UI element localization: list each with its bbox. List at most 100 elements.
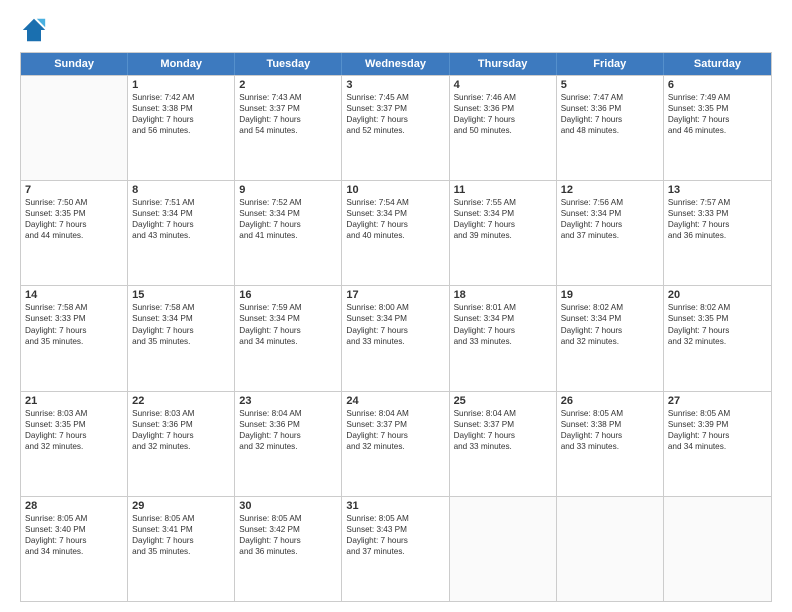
cell-line: Sunrise: 7:43 AM [239,92,337,103]
day-number: 13 [668,184,767,196]
day-number: 29 [132,500,230,512]
cell-line: and 33 minutes. [454,336,552,347]
cal-cell: 18Sunrise: 8:01 AMSunset: 3:34 PMDayligh… [450,286,557,390]
cell-line: Daylight: 7 hours [668,114,767,125]
cell-line: and 33 minutes. [454,441,552,452]
cal-cell: 15Sunrise: 7:58 AMSunset: 3:34 PMDayligh… [128,286,235,390]
cal-cell: 14Sunrise: 7:58 AMSunset: 3:33 PMDayligh… [21,286,128,390]
cell-line: Sunrise: 7:58 AM [132,302,230,313]
cell-line: and 32 minutes. [132,441,230,452]
cell-line: Daylight: 7 hours [561,219,659,230]
cell-line: Daylight: 7 hours [454,325,552,336]
cell-line: Sunset: 3:40 PM [25,524,123,535]
day-number: 4 [454,79,552,91]
cell-line: Sunset: 3:34 PM [132,313,230,324]
cell-line: Sunset: 3:38 PM [132,103,230,114]
cal-cell: 22Sunrise: 8:03 AMSunset: 3:36 PMDayligh… [128,392,235,496]
day-number: 8 [132,184,230,196]
cell-line: Sunset: 3:34 PM [561,208,659,219]
cal-row-4: 28Sunrise: 8:05 AMSunset: 3:40 PMDayligh… [21,496,771,601]
cal-cell: 21Sunrise: 8:03 AMSunset: 3:35 PMDayligh… [21,392,128,496]
cal-cell [21,76,128,180]
day-number: 9 [239,184,337,196]
cell-line: Daylight: 7 hours [132,535,230,546]
day-number: 14 [25,289,123,301]
cal-cell: 26Sunrise: 8:05 AMSunset: 3:38 PMDayligh… [557,392,664,496]
cell-line: and 32 minutes. [668,336,767,347]
day-number: 25 [454,395,552,407]
cal-cell: 1Sunrise: 7:42 AMSunset: 3:38 PMDaylight… [128,76,235,180]
cal-cell: 7Sunrise: 7:50 AMSunset: 3:35 PMDaylight… [21,181,128,285]
cell-line: Sunrise: 7:42 AM [132,92,230,103]
cell-line: Daylight: 7 hours [346,325,444,336]
cell-line: Daylight: 7 hours [25,430,123,441]
calendar-body: 1Sunrise: 7:42 AMSunset: 3:38 PMDaylight… [21,75,771,601]
cell-line: and 46 minutes. [668,125,767,136]
cell-line: and 41 minutes. [239,230,337,241]
cal-cell: 13Sunrise: 7:57 AMSunset: 3:33 PMDayligh… [664,181,771,285]
cell-line: Daylight: 7 hours [239,430,337,441]
cell-line: Sunset: 3:35 PM [668,313,767,324]
day-number: 5 [561,79,659,91]
day-number: 28 [25,500,123,512]
cell-line: Sunrise: 8:04 AM [346,408,444,419]
cell-line: Sunrise: 8:00 AM [346,302,444,313]
page: SundayMondayTuesdayWednesdayThursdayFrid… [0,0,792,612]
cell-line: Sunset: 3:35 PM [25,208,123,219]
cell-line: Sunset: 3:36 PM [454,103,552,114]
cal-cell: 5Sunrise: 7:47 AMSunset: 3:36 PMDaylight… [557,76,664,180]
cell-line: Sunset: 3:34 PM [454,313,552,324]
day-number: 6 [668,79,767,91]
cell-line: and 37 minutes. [346,546,444,557]
cell-line: Sunrise: 8:05 AM [561,408,659,419]
cell-line: Daylight: 7 hours [25,325,123,336]
cal-cell: 27Sunrise: 8:05 AMSunset: 3:39 PMDayligh… [664,392,771,496]
cell-line: and 32 minutes. [239,441,337,452]
cell-line: Sunset: 3:34 PM [346,208,444,219]
cell-line: and 34 minutes. [668,441,767,452]
cell-line: Daylight: 7 hours [132,325,230,336]
cell-line: Sunset: 3:39 PM [668,419,767,430]
cell-line: and 35 minutes. [132,336,230,347]
cell-line: Sunset: 3:36 PM [239,419,337,430]
cell-line: Sunset: 3:34 PM [454,208,552,219]
cal-header-thursday: Thursday [450,53,557,75]
cell-line: Sunrise: 8:01 AM [454,302,552,313]
cell-line: Sunrise: 7:58 AM [25,302,123,313]
cell-line: Sunrise: 7:46 AM [454,92,552,103]
cell-line: Sunrise: 8:02 AM [561,302,659,313]
cell-line: Sunset: 3:34 PM [132,208,230,219]
cal-row-3: 21Sunrise: 8:03 AMSunset: 3:35 PMDayligh… [21,391,771,496]
cell-line: Daylight: 7 hours [239,535,337,546]
cal-cell: 24Sunrise: 8:04 AMSunset: 3:37 PMDayligh… [342,392,449,496]
header [20,16,772,44]
day-number: 30 [239,500,337,512]
cal-cell: 10Sunrise: 7:54 AMSunset: 3:34 PMDayligh… [342,181,449,285]
cell-line: and 44 minutes. [25,230,123,241]
cal-row-2: 14Sunrise: 7:58 AMSunset: 3:33 PMDayligh… [21,285,771,390]
cell-line: Daylight: 7 hours [25,219,123,230]
cell-line: and 39 minutes. [454,230,552,241]
day-number: 7 [25,184,123,196]
cell-line: and 32 minutes. [561,336,659,347]
cal-header-friday: Friday [557,53,664,75]
cell-line: Sunset: 3:34 PM [561,313,659,324]
cell-line: Sunrise: 7:57 AM [668,197,767,208]
cal-cell: 29Sunrise: 8:05 AMSunset: 3:41 PMDayligh… [128,497,235,601]
cal-cell: 16Sunrise: 7:59 AMSunset: 3:34 PMDayligh… [235,286,342,390]
cal-row-1: 7Sunrise: 7:50 AMSunset: 3:35 PMDaylight… [21,180,771,285]
cell-line: Daylight: 7 hours [132,219,230,230]
cell-line: Sunset: 3:37 PM [239,103,337,114]
cell-line: Daylight: 7 hours [346,535,444,546]
cal-cell: 30Sunrise: 8:05 AMSunset: 3:42 PMDayligh… [235,497,342,601]
cell-line: and 36 minutes. [239,546,337,557]
cell-line: Sunrise: 7:54 AM [346,197,444,208]
day-number: 18 [454,289,552,301]
cell-line: Sunrise: 7:56 AM [561,197,659,208]
cell-line: and 34 minutes. [25,546,123,557]
day-number: 27 [668,395,767,407]
cell-line: and 34 minutes. [239,336,337,347]
cell-line: Daylight: 7 hours [561,114,659,125]
day-number: 12 [561,184,659,196]
cell-line: Sunrise: 7:47 AM [561,92,659,103]
